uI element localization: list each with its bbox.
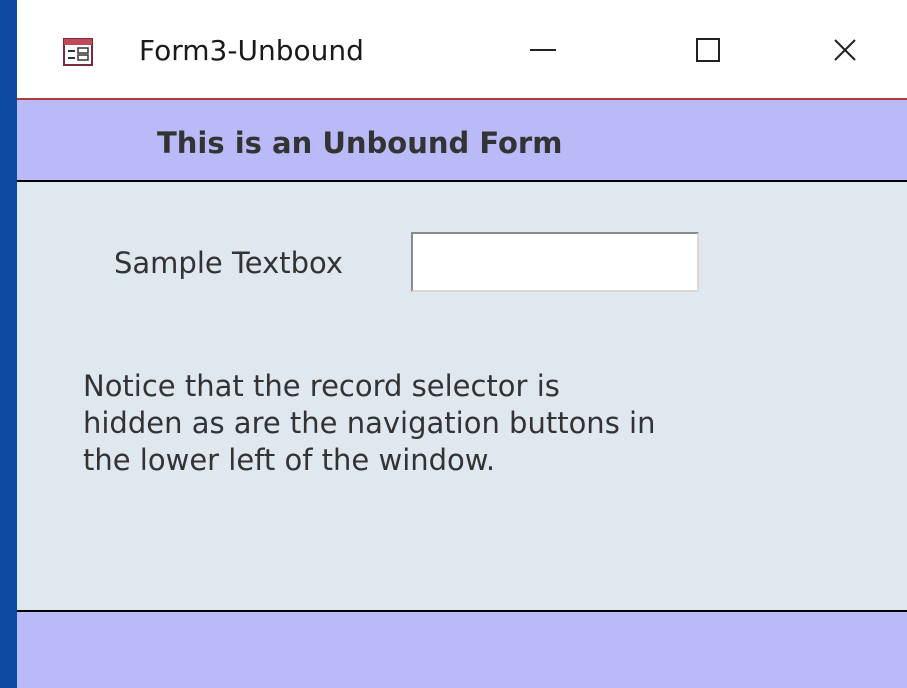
note-text: Notice that the record selector is hidde… [83,368,803,479]
note-line-1: Notice that the record selector is [83,369,560,403]
form-detail-section: Sample Textbox Notice that the record se… [17,182,907,610]
note-line-3: the lower left of the window. [83,443,496,477]
window-title: Form3-Unbound [139,34,364,67]
form-header: This is an Unbound Form [17,100,907,182]
close-button[interactable] [815,24,875,80]
title-bar[interactable]: Form3-Unbound [17,0,907,100]
note-line-2: hidden as are the navigation buttons in [83,406,656,440]
minimize-button[interactable] [513,24,573,80]
minimize-icon [528,35,558,69]
maximize-icon [693,35,723,69]
access-form-window: Form3-Unbound This is an Unbound Form Sa… [14,0,907,688]
form-header-title: This is an Unbound Form [157,126,563,160]
sample-textbox-input[interactable] [411,232,699,292]
form-footer [17,612,907,688]
form-icon [63,38,93,66]
sample-textbox-label: Sample Textbox [114,246,344,280]
close-icon [830,35,860,69]
maximize-button[interactable] [678,24,738,80]
